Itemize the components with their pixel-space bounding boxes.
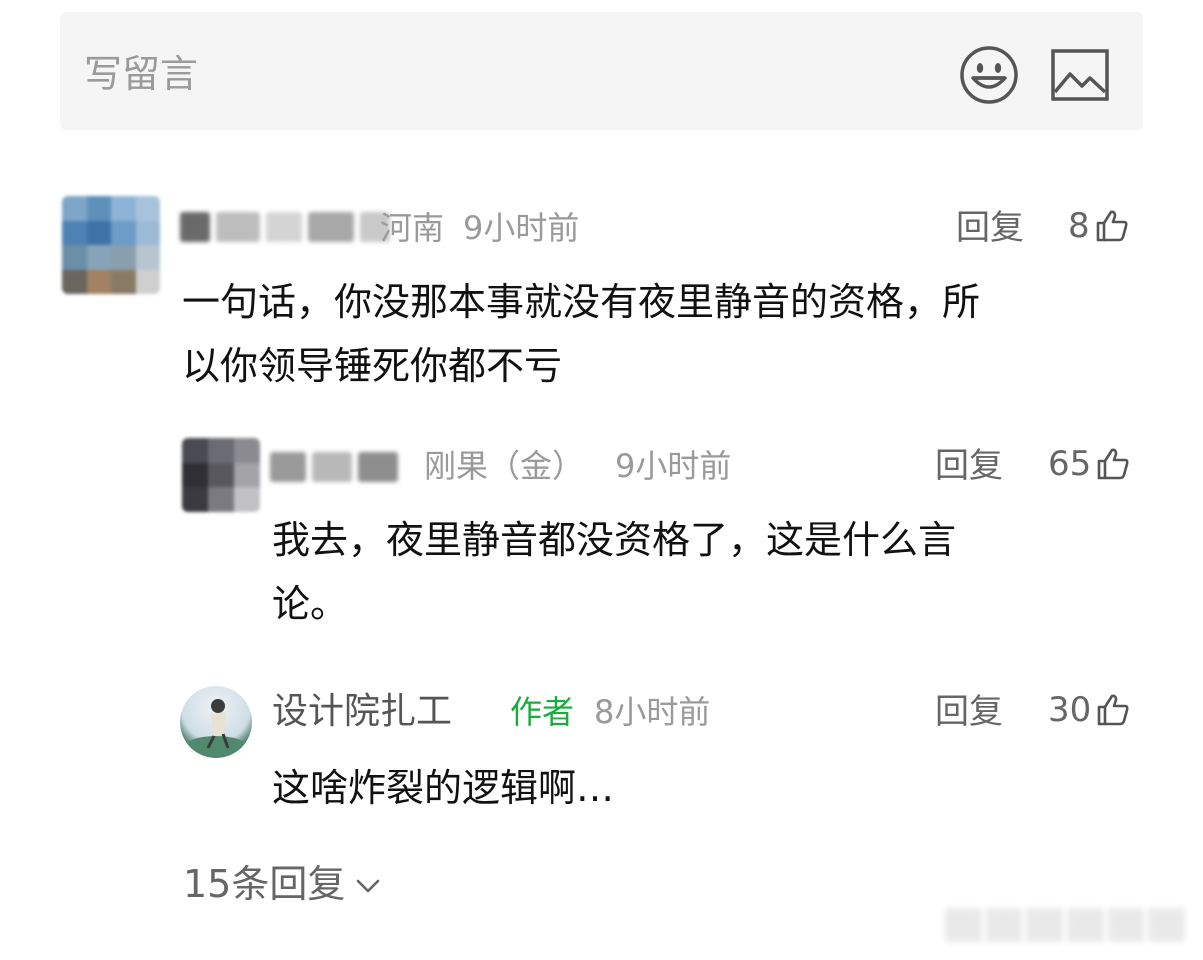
reply-time: 9小时前	[615, 447, 732, 485]
reply-text-line: 这啥炸裂的逻辑啊…	[272, 766, 615, 810]
author-badge: 作者	[510, 693, 575, 731]
comment-time: 9小时前	[463, 209, 580, 247]
reply-text-line: 我去，夜里静音都没资格了，这是什么言	[272, 518, 957, 562]
smiley-face-icon[interactable]	[958, 44, 1020, 106]
reply-button[interactable]: 回复	[956, 208, 1024, 248]
thumbs-up-icon	[1097, 694, 1129, 726]
more-replies-label: 15条回复	[183, 862, 346, 906]
commenter-name-blurred[interactable]	[180, 212, 390, 242]
write-comment-bar[interactable]: 写留言	[60, 12, 1143, 130]
reply-time: 8小时前	[594, 693, 711, 731]
author-avatar[interactable]	[180, 686, 252, 758]
comment-text-line: 以你领导锤死你都不亏	[182, 344, 563, 388]
like-count: 8	[1068, 206, 1090, 246]
author-name[interactable]: 设计院扎工	[272, 690, 452, 734]
replier-avatar[interactable]	[182, 438, 260, 512]
like-count: 65	[1048, 444, 1092, 484]
reply-button[interactable]: 回复	[935, 692, 1003, 732]
comment-text-line: 一句话，你没那本事就没有夜里静音的资格，所	[182, 280, 981, 324]
like-count: 30	[1048, 690, 1092, 730]
thumbs-up-icon	[1097, 448, 1129, 480]
chevron-down-icon	[357, 879, 380, 893]
image-icon[interactable]	[1050, 48, 1110, 102]
reply-button[interactable]: 回复	[935, 446, 1003, 486]
like-button[interactable]: 65	[1048, 444, 1131, 484]
comment-location: 河南	[380, 209, 445, 247]
thumbs-up-icon	[1096, 210, 1128, 242]
like-button[interactable]: 30	[1048, 690, 1131, 730]
like-button[interactable]: 8	[1068, 206, 1130, 246]
reply-region-badge: 刚果（金）	[424, 447, 585, 485]
reply-text-line: 论。	[272, 582, 349, 626]
commenter-avatar[interactable]	[62, 196, 160, 294]
write-comment-placeholder[interactable]: 写留言	[84, 52, 198, 96]
blurred-watermark	[945, 908, 1186, 942]
more-replies-button[interactable]: 15条回复	[183, 860, 381, 908]
replier-name-blurred[interactable]	[270, 452, 398, 482]
